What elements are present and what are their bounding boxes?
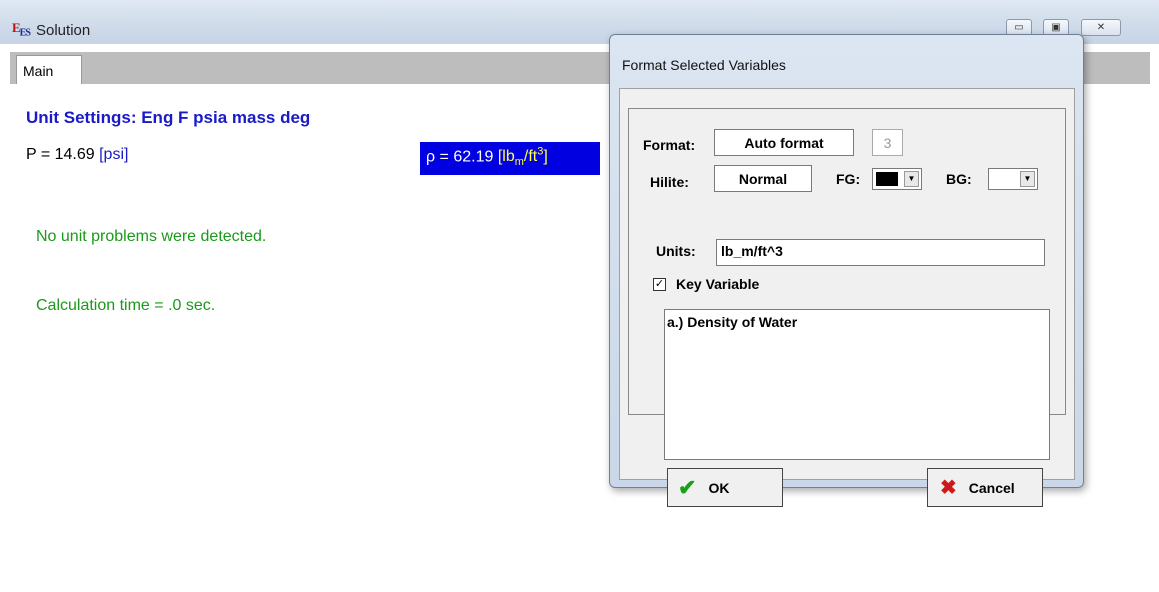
fg-color-swatch [876,172,898,186]
calculation-time-message: Calculation time = .0 sec. [36,297,216,314]
key-variable-label: Key Variable [676,276,760,292]
cancel-label: Cancel [968,479,1015,496]
description-textarea[interactable]: a.) Density of Water [664,309,1050,460]
density-result-selected[interactable]: ρ = 62.19 [lbm/ft3] [420,142,600,175]
units-label: Units: [656,243,696,259]
chevron-down-icon: ▼ [904,171,919,187]
hilite-select[interactable]: Normal [714,165,812,192]
format-variables-dialog: Format Selected Variables Format: Auto f… [609,34,1084,507]
fg-color-picker[interactable]: ▼ [872,168,922,190]
maximize-icon: ▣ [1051,22,1061,33]
format-label: Format: [643,137,696,153]
bg-label: BG: [946,171,972,187]
chevron-down-icon: ▼ [1020,171,1035,187]
close-icon: ✕ [1096,22,1106,33]
cross-icon: ✖ [940,477,957,499]
bg-color-swatch [992,172,1014,186]
ok-button[interactable]: ✔ OK [667,468,783,507]
window-title: Solution [36,22,91,39]
dialog-body: Format: Auto format 3 Hilite: Normal FG:… [619,88,1075,507]
ees-app-icon: EES [12,20,31,39]
hilite-label: Hilite: [650,174,689,190]
minimize-icon: ▭ [1014,22,1024,33]
tab-main[interactable]: Main [16,55,82,84]
pressure-unit: [psi] [99,146,129,163]
density-value: ρ = 62.19 [426,148,494,166]
bg-color-picker[interactable]: ▼ [988,168,1038,190]
dialog-title: Format Selected Variables [622,57,786,73]
key-variable-checkbox[interactable]: ✓ [653,278,666,291]
unit-check-message: No unit problems were detected. [36,228,267,245]
ok-label: OK [708,479,730,496]
pressure-result[interactable]: P = 14.69 [psi] [26,146,128,164]
unit-settings-heading: Unit Settings: Eng F psia mass deg [26,108,311,127]
digits-field[interactable]: 3 [872,129,903,156]
pressure-value: P = 14.69 [26,146,95,163]
checkmark-icon: ✔ [678,474,697,500]
format-select[interactable]: Auto format [714,129,854,156]
units-input[interactable]: lb_m/ft^3 [716,239,1045,266]
density-unit: [lbm/ft3] [497,146,548,169]
cancel-button[interactable]: ✖ Cancel [927,468,1043,507]
fg-label: FG: [836,171,861,187]
close-button[interactable]: ✕ [1081,19,1121,36]
